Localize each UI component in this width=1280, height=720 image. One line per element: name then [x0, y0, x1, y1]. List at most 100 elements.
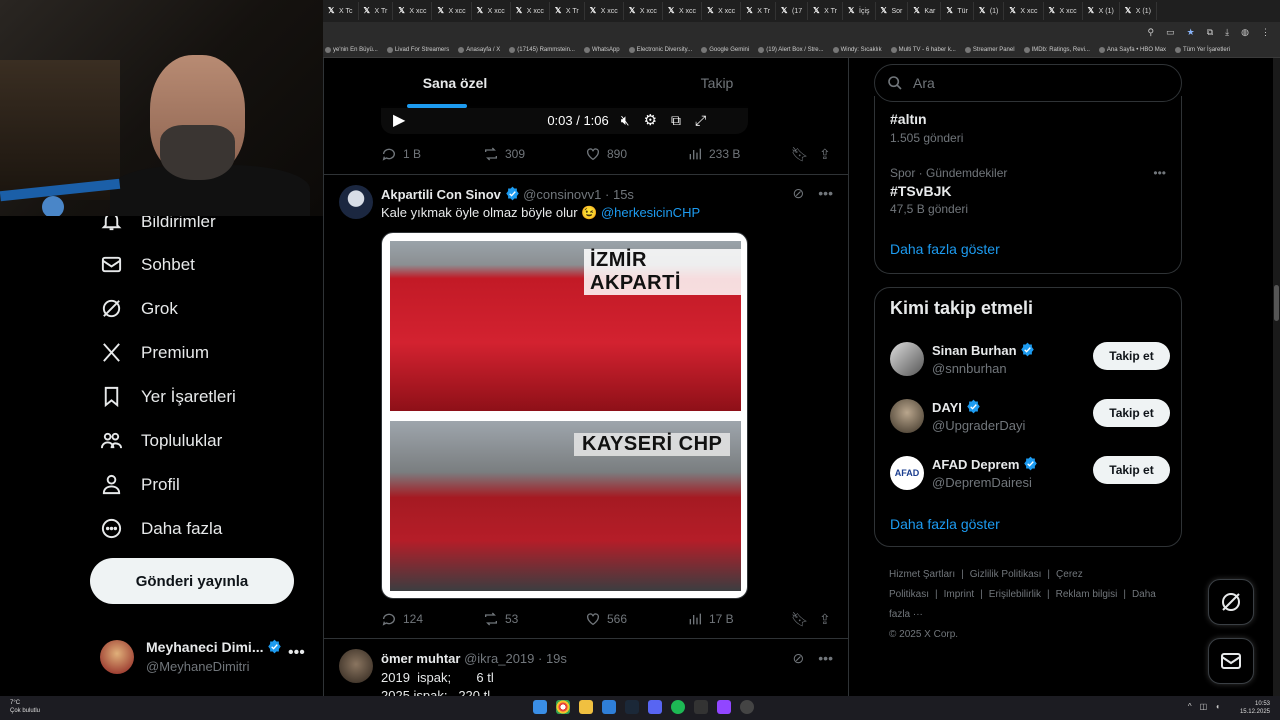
browser-tab[interactable]: 𝕏 Kar	[908, 2, 942, 20]
popout-icon[interactable]: ⧉	[671, 112, 681, 129]
browser-tab[interactable]: 𝕏X xcc	[624, 2, 663, 20]
follow-button[interactable]: Takip et	[1093, 399, 1170, 427]
zoom-icon[interactable]: ⚲	[1148, 27, 1155, 38]
grok-icon[interactable]: ⊘	[793, 185, 805, 202]
video-player-controls[interactable]: ▶ 0:03 / 1:06 🔇︎ ⚙ ⧉ ⤢	[381, 106, 748, 134]
browser-tab[interactable]: 𝕏 X Tr	[741, 2, 777, 20]
follow-suggestion[interactable]: AFAD AFAD Deprem @DepremDairesi Takip et	[890, 454, 1170, 494]
follow-suggestion[interactable]: Sinan Burhan @snnburhan Takip et	[890, 340, 1170, 380]
views-button[interactable]: 17 B	[687, 611, 789, 627]
tab-for-you[interactable]: Sana özel	[324, 58, 586, 108]
tab-following[interactable]: Takip	[586, 58, 848, 108]
search-input[interactable]	[913, 75, 1153, 91]
follow-button[interactable]: Takip et	[1093, 456, 1170, 484]
bookmark-item[interactable]: Ana Sayfa • HBO Max	[1098, 46, 1166, 53]
nav-item-bookmarks[interactable]: Yer İşaretleri	[100, 385, 236, 408]
footer-link[interactable]: Hizmet Şartları	[889, 569, 955, 580]
browser-tab[interactable]: 𝕏 (1)	[974, 2, 1005, 20]
browser-tab[interactable]: 𝕏X xcc	[472, 2, 511, 20]
nav-item-chat[interactable]: Sohbet	[100, 253, 195, 276]
browser-tab[interactable]: 𝕏 İçiş	[843, 2, 876, 20]
bookmark-item[interactable]: (17145) Rammstein...	[509, 46, 575, 53]
browser-tab[interactable]: 𝕏X xcc	[585, 2, 624, 20]
streaming-app-icon[interactable]	[717, 700, 731, 714]
reply-button[interactable]: 124	[381, 611, 483, 627]
discord-icon[interactable]	[648, 700, 662, 714]
bookmark-icon[interactable]: 🔖︎	[791, 146, 809, 163]
browser-tab[interactable]: 𝕏X xcc	[393, 2, 433, 20]
nav-item-communities[interactable]: Topluluklar	[100, 429, 222, 452]
author-handle[interactable]: @consinovv1	[523, 187, 601, 202]
trends-show-more[interactable]: Daha fazla göster	[890, 241, 1000, 257]
downloads-icon[interactable]: ⤓	[1225, 27, 1229, 38]
extensions-icon[interactable]: ⧉	[1207, 27, 1213, 38]
profile-icon[interactable]: ◍	[1241, 27, 1249, 38]
bookmark-item[interactable]: ye'nin En Büyü...	[325, 46, 378, 53]
volume-icon[interactable]: ◖	[1215, 702, 1220, 711]
bookmark-item[interactable]: Windy: Sıcaklık	[832, 46, 882, 53]
menu-icon[interactable]: ⋮	[1261, 27, 1270, 38]
fullscreen-icon[interactable]: ⤢	[695, 112, 706, 129]
spotify-icon[interactable]	[671, 700, 685, 714]
reply-button[interactable]: 1 B	[381, 146, 483, 162]
browser-tab[interactable]: 𝕏X xcc	[511, 2, 550, 20]
like-button[interactable]: 566	[585, 611, 687, 627]
nav-item-grok[interactable]: Grok	[100, 297, 178, 320]
bookmark-item[interactable]: Electronic Diversity...	[628, 46, 692, 53]
browser-tab[interactable]: 𝕏 (17	[776, 2, 809, 20]
weather-widget[interactable]: 7°C Çok bulutlu	[10, 699, 40, 715]
account-more-icon[interactable]: •••	[288, 644, 305, 662]
mention-link[interactable]: @herkesicinCHP	[601, 205, 700, 220]
browser-tab[interactable]: 𝕏 X Tr	[808, 2, 843, 20]
share-icon[interactable]: ⇪	[819, 611, 831, 628]
post-button[interactable]: Gönderi yayınla	[90, 558, 294, 604]
bookmark-item[interactable]: Livad For Streamers	[386, 46, 449, 53]
browser-tab[interactable]: 𝕏X xcc	[702, 2, 742, 20]
account-switcher[interactable]: Meyhaneci Dimi... @MeyhaneDimitri •••	[100, 636, 310, 680]
browser-tab[interactable]: 𝕏X (1)	[1120, 2, 1157, 20]
grok-fab-button[interactable]	[1208, 579, 1254, 625]
browser-tab[interactable]: 𝕏X xcc	[1004, 2, 1044, 20]
page-scrollbar[interactable]	[1273, 58, 1280, 696]
bookmark-item[interactable]: Tüm Yer İşaretleri	[1175, 46, 1230, 53]
steam-icon[interactable]	[625, 700, 639, 714]
bookmark-item[interactable]: Streamer Panel	[964, 46, 1015, 53]
avatar[interactable]	[339, 185, 373, 219]
star-icon[interactable]: ★	[1187, 27, 1195, 38]
author-name[interactable]: Akpartili Con Sinov	[381, 187, 501, 202]
store-icon[interactable]	[602, 700, 616, 714]
chevron-up-icon[interactable]: ^	[1188, 702, 1192, 711]
epic-games-icon[interactable]	[694, 700, 708, 714]
avatar[interactable]	[339, 649, 373, 683]
footer-link[interactable]: Erişilebilirlik	[989, 589, 1041, 600]
start-icon[interactable]	[533, 700, 547, 714]
repost-button[interactable]: 309	[483, 146, 585, 162]
messages-fab-button[interactable]	[1208, 638, 1254, 684]
share-icon[interactable]: ⇪	[819, 146, 831, 163]
grok-icon[interactable]: ⊘	[793, 650, 805, 667]
bookmark-icon[interactable]: 🔖︎	[791, 611, 809, 628]
chrome-icon[interactable]	[556, 700, 570, 714]
trend-name[interactable]: #TSvBJK	[890, 183, 951, 199]
more-icon[interactable]: •••	[818, 650, 833, 667]
browser-tab[interactable]: 𝕏X xcc	[432, 2, 472, 20]
tweet-time[interactable]: · 19s	[538, 651, 567, 666]
like-button[interactable]: 890	[585, 146, 687, 162]
trend-name[interactable]: #altın	[890, 111, 927, 127]
bookmark-item[interactable]: WhatsApp	[583, 46, 620, 53]
repost-button[interactable]: 53	[483, 611, 585, 627]
settings-icon[interactable]: ⚙	[644, 111, 657, 129]
nav-item-premium[interactable]: Premium	[100, 341, 209, 364]
views-button[interactable]: 233 B	[687, 146, 789, 162]
follow-suggestion[interactable]: DAYI @UpgraderDayi Takip et	[890, 397, 1170, 437]
author-name[interactable]: ömer muhtar	[381, 651, 460, 666]
who-to-follow-show-more[interactable]: Daha fazla göster	[890, 516, 1000, 532]
bookmark-item[interactable]: Multi TV - 6 haber k...	[890, 46, 956, 53]
bookmark-item[interactable]: IMDb: Ratings, Revi...	[1023, 46, 1090, 53]
search-bar[interactable]	[874, 64, 1182, 102]
footer-link[interactable]: Imprint	[944, 589, 975, 600]
browser-tab[interactable]: 𝕏 Tür	[941, 2, 974, 20]
bookmark-item[interactable]: (19) Alert Box / Stre...	[758, 46, 824, 53]
browser-tab[interactable]: 𝕏 X Tc	[323, 2, 359, 20]
tweet-image[interactable]: İZMİR AKPARTİ KAYSERİ CHP	[381, 232, 748, 599]
